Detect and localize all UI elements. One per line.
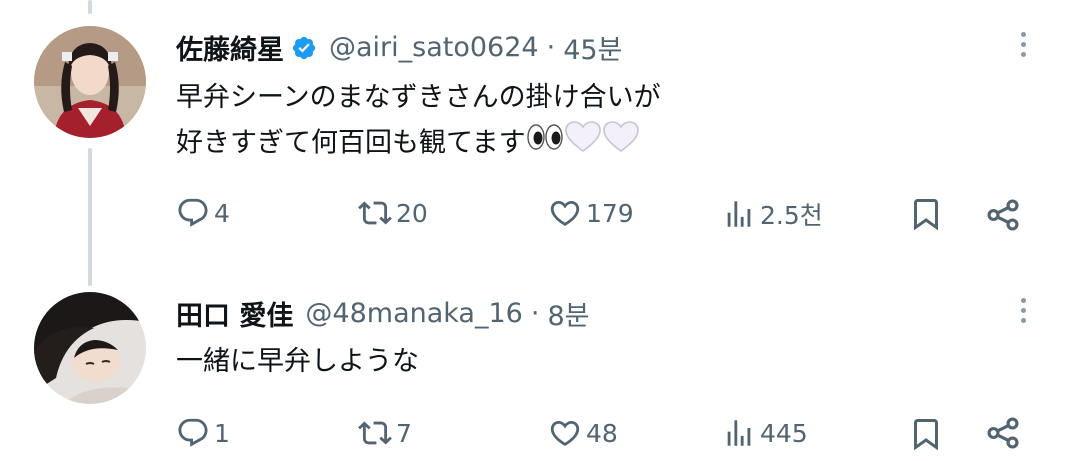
tweet-text-content: 好きすぎて何百回も観てます xyxy=(176,127,526,159)
timestamp[interactable]: 45분 xyxy=(563,28,622,67)
share-icon xyxy=(987,199,1019,231)
like-button[interactable]: 179 xyxy=(548,196,634,230)
views-icon xyxy=(727,420,751,446)
share-button[interactable] xyxy=(984,414,1022,452)
tweet-text: 早弁シーンのまなずきさんの掛け合いが 好きすぎて何百回も観てます xyxy=(176,76,661,168)
like-button[interactable]: 48 xyxy=(548,416,618,450)
views-button[interactable]: 445 xyxy=(722,416,808,450)
like-icon xyxy=(550,420,580,446)
tweet-header: 田口 愛佳 @48manaka_16 · 8분 xyxy=(176,294,589,333)
bookmark-icon xyxy=(914,199,938,231)
more-icon[interactable] xyxy=(1020,32,1028,62)
handle[interactable]: @48manaka_16 xyxy=(305,298,522,329)
white-heart-emoji xyxy=(564,120,602,168)
retweet-icon xyxy=(358,421,392,445)
view-count: 2.5천 xyxy=(760,201,823,230)
tweet-text: 一緒に早弁しような xyxy=(176,340,419,384)
handle[interactable]: @airi_sato0624 xyxy=(329,32,539,63)
separator-dot: · xyxy=(546,32,556,63)
reply-icon xyxy=(178,418,208,447)
like-icon xyxy=(550,200,580,226)
tweet-header: 佐藤綺星 @airi_sato0624 · 45분 xyxy=(176,28,622,67)
views-button[interactable]: 2.5천 xyxy=(722,196,823,232)
like-count: 48 xyxy=(586,418,618,448)
retweet-count: 7 xyxy=(396,418,412,448)
retweet-icon xyxy=(358,201,392,225)
reply-button[interactable]: 4 xyxy=(176,196,230,230)
tweet-text-line: 一緒に早弁しような xyxy=(176,346,419,377)
share-button[interactable] xyxy=(984,196,1022,234)
like-count: 179 xyxy=(586,198,634,228)
tweet-text-line: 早弁シーンのまなずきさんの掛け合いが xyxy=(176,82,661,113)
thread-line-connector xyxy=(88,148,92,286)
display-name[interactable]: 佐藤綺星 xyxy=(176,28,284,67)
reply-button[interactable]: 1 xyxy=(176,416,230,450)
more-icon[interactable] xyxy=(1020,298,1028,328)
retweet-count: 20 xyxy=(396,198,428,228)
display-name[interactable]: 田口 愛佳 xyxy=(176,294,293,333)
verified-badge-icon[interactable] xyxy=(291,35,317,61)
view-count: 445 xyxy=(760,418,808,448)
reply-icon xyxy=(178,198,208,227)
tweet-text-line: 好きすぎて何百回も観てます xyxy=(176,120,661,168)
views-icon xyxy=(727,201,751,227)
thread-line-top xyxy=(88,0,92,14)
reply-count: 4 xyxy=(214,198,230,228)
retweet-button[interactable]: 7 xyxy=(358,416,412,450)
white-heart-emoji xyxy=(602,120,640,168)
avatar[interactable] xyxy=(34,26,146,138)
retweet-button[interactable]: 20 xyxy=(358,196,428,230)
separator-dot: · xyxy=(530,298,540,329)
timestamp[interactable]: 8분 xyxy=(547,294,589,333)
bookmark-button[interactable] xyxy=(908,196,944,232)
share-icon xyxy=(987,417,1019,449)
avatar[interactable] xyxy=(34,292,146,404)
bookmark-button[interactable] xyxy=(908,416,944,452)
bookmark-icon xyxy=(914,419,938,451)
reply-count: 1 xyxy=(214,418,230,448)
eyes-emoji xyxy=(526,122,564,166)
